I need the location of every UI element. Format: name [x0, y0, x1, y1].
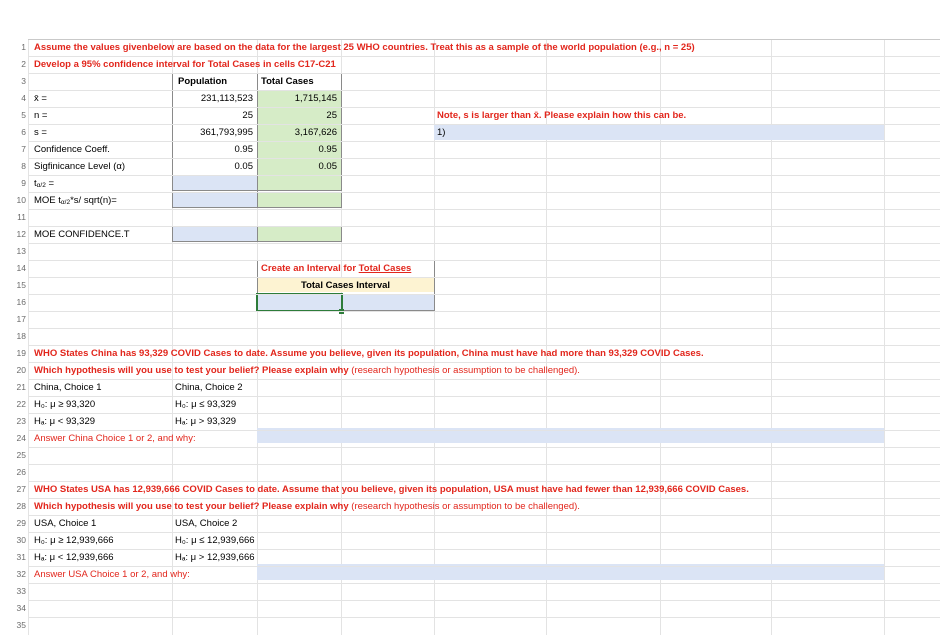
total-cases-s[interactable]: 3,167,626	[257, 126, 337, 140]
usa-choice-2[interactable]: USA, Choice 2	[175, 517, 237, 531]
interval-title-link: Total Cases	[358, 263, 412, 274]
usa-choice-1[interactable]: USA, Choice 1	[34, 517, 96, 531]
population-n[interactable]: 25	[172, 109, 253, 123]
label-moe-confidence-t[interactable]: MOE CONFIDENCE.T	[34, 228, 130, 242]
label-mean[interactable]: x̄ =	[34, 92, 47, 106]
note-answer-1-input[interactable]	[434, 124, 884, 140]
row-number[interactable]: 19	[0, 348, 26, 358]
usa-question[interactable]: Which hypothesis will you use to test yo…	[34, 500, 580, 514]
row-number[interactable]: 24	[0, 433, 26, 443]
grid-col-line	[884, 40, 885, 635]
row-number[interactable]: 28	[0, 501, 26, 511]
row-number[interactable]: 1	[0, 42, 26, 52]
label-significance-level[interactable]: Sigfinicance Level (α)	[34, 160, 125, 174]
row-number[interactable]: 17	[0, 314, 26, 324]
row-number[interactable]: 8	[0, 161, 26, 171]
label-moe-b: *s/ sqrt(n)=	[70, 195, 117, 206]
interval-header[interactable]: Total Cases Interval	[257, 279, 434, 293]
row-number[interactable]: 3	[0, 76, 26, 86]
china-h0-choice-1[interactable]: H₀: μ ≥ 93,320	[34, 398, 95, 412]
label-moe-a: MOE t	[34, 195, 61, 206]
usa-answer-label[interactable]: Answer USA Choice 1 or 2, and why:	[34, 568, 190, 582]
row-number[interactable]: 31	[0, 552, 26, 562]
usa-question-bold: Which hypothesis will you use to test yo…	[34, 501, 349, 512]
spreadsheet-grid[interactable]: 1 2 3 4 5 6 7 8 9 10 11 12 13 14 15 16 1…	[0, 0, 940, 635]
population-mean[interactable]: 231,113,523	[172, 92, 253, 106]
population-significance[interactable]: 0.05	[172, 160, 254, 174]
row-number[interactable]: 23	[0, 416, 26, 426]
row-number[interactable]: 29	[0, 518, 26, 528]
label-t-alpha[interactable]: tα/2 =	[34, 177, 54, 193]
row-number[interactable]: 9	[0, 178, 26, 188]
grid-col-line	[28, 40, 29, 635]
row-number[interactable]: 6	[0, 127, 26, 137]
label-s[interactable]: s =	[34, 126, 47, 140]
row-number[interactable]: 25	[0, 450, 26, 460]
row-number[interactable]: 26	[0, 467, 26, 477]
usa-h0-choice-1[interactable]: H₀: μ ≥ 12,939,666	[34, 534, 114, 548]
row-number[interactable]: 16	[0, 297, 26, 307]
row-number[interactable]: 27	[0, 484, 26, 494]
china-choice-1[interactable]: China, Choice 1	[34, 381, 102, 395]
label-t-eq: =	[45, 178, 55, 189]
row-number[interactable]: 14	[0, 263, 26, 273]
total-cases-mean[interactable]: 1,715,145	[257, 92, 337, 106]
label-moe-subscript: α/2	[60, 199, 71, 206]
row-number[interactable]: 7	[0, 144, 26, 154]
total-cases-significance[interactable]: 0.05	[257, 160, 338, 174]
row-number[interactable]: 34	[0, 603, 26, 613]
total-cases-confidence-coeff[interactable]: 0.95	[257, 143, 338, 157]
selected-cell-c16[interactable]	[256, 293, 343, 312]
row-number[interactable]: 12	[0, 229, 26, 239]
row-number[interactable]: 18	[0, 331, 26, 341]
china-question-rest: (research hypothesis or assumption to be…	[348, 365, 580, 376]
row-number[interactable]: 21	[0, 382, 26, 392]
row-number[interactable]: 5	[0, 110, 26, 120]
row-number[interactable]: 15	[0, 280, 26, 290]
population-confidence-coeff[interactable]: 0.95	[172, 143, 254, 157]
row-number[interactable]: 35	[0, 620, 26, 630]
total-cases-n[interactable]: 25	[257, 109, 337, 123]
row-number[interactable]: 11	[0, 212, 26, 222]
instruction-row-1[interactable]: Assume the values givenbelow are based o…	[34, 41, 695, 55]
header-population[interactable]: Population	[178, 75, 227, 89]
row-number[interactable]: 22	[0, 399, 26, 409]
note-title[interactable]: Note, s is larger than x̄. Please explai…	[437, 109, 686, 123]
china-h0-choice-2[interactable]: H₀: μ ≤ 93,329	[175, 398, 236, 412]
china-answer-label[interactable]: Answer China Choice 1 or 2, and why:	[34, 432, 196, 446]
label-n[interactable]: n =	[34, 109, 47, 123]
china-choice-2[interactable]: China, Choice 2	[175, 381, 243, 395]
interval-title-prefix: Create an Interval for	[261, 263, 359, 274]
row-number[interactable]: 32	[0, 569, 26, 579]
header-total-cases[interactable]: Total Cases	[261, 75, 314, 89]
usa-question-rest: (research hypothesis or assumption to be…	[348, 501, 580, 512]
row-number[interactable]: 30	[0, 535, 26, 545]
table-inner-divider	[257, 226, 258, 242]
row-number[interactable]: 20	[0, 365, 26, 375]
row-number[interactable]: 10	[0, 195, 26, 205]
label-t-subscript: α/2	[36, 182, 46, 189]
china-question[interactable]: Which hypothesis will you use to test yo…	[34, 364, 580, 378]
grid-top-border	[28, 39, 940, 40]
row-number[interactable]: 13	[0, 246, 26, 256]
usa-ha-choice-1[interactable]: Hₐ: μ < 12,939,666	[34, 551, 114, 565]
instruction-row-2[interactable]: Develop a 95% confidence interval for To…	[34, 58, 336, 72]
row-number[interactable]: 33	[0, 586, 26, 596]
label-moe[interactable]: MOE tα/2*s/ sqrt(n)=	[34, 194, 117, 210]
usa-h0-choice-2[interactable]: H₀: μ ≤ 12,939,666	[175, 534, 255, 548]
usa-prompt[interactable]: WHO States USA has 12,939,666 COVID Case…	[34, 483, 749, 497]
usa-ha-choice-2[interactable]: Hₐ: μ > 12,939,666	[175, 551, 255, 565]
row-number[interactable]: 2	[0, 59, 26, 69]
label-confidence-coeff[interactable]: Confidence Coeff.	[34, 143, 110, 157]
china-question-bold: Which hypothesis will you use to test yo…	[34, 365, 349, 376]
interval-title[interactable]: Create an Interval for Total Cases	[261, 262, 411, 276]
china-prompt[interactable]: WHO States China has 93,329 COVID Cases …	[34, 347, 704, 361]
note-item-1[interactable]: 1)	[437, 126, 445, 140]
china-ha-choice-2[interactable]: Hₐ: μ > 93,329	[175, 415, 236, 429]
population-s[interactable]: 361,793,995	[172, 126, 253, 140]
china-ha-choice-1[interactable]: Hₐ: μ < 93,329	[34, 415, 95, 429]
row-number[interactable]: 4	[0, 93, 26, 103]
